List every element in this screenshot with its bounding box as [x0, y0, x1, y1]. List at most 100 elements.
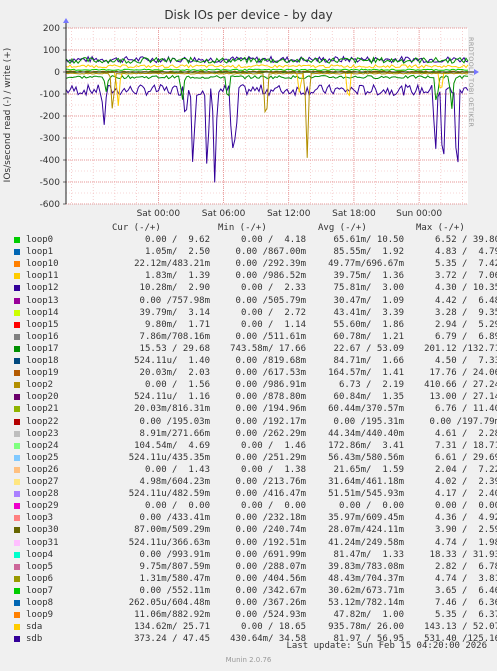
legend-name: loop23 — [26, 428, 59, 439]
legend-avg: 22.67 / 53.09 — [333, 343, 404, 354]
legend-avg: 31.64m/461.18m — [328, 477, 404, 487]
legend-avg: 21.65m/ 1.59 — [333, 464, 404, 475]
legend-swatch — [14, 249, 20, 256]
y-tick-label: 200 — [43, 24, 60, 34]
legend-max: 2.94 / 5.29 — [434, 319, 497, 330]
legend-swatch — [14, 551, 20, 558]
x-tick-label: Sat 12:00 — [267, 209, 311, 219]
legend-name: loop19 — [26, 368, 59, 379]
legend-cur: 4.98m/604.23m — [139, 477, 210, 487]
y-tick-label: -300 — [40, 134, 61, 144]
legend-min: 0.00 / 4.18 — [240, 235, 306, 245]
legend-swatch — [14, 515, 20, 522]
x-tick-labels: Sat 00:00 Sat 06:00 Sat 12:00 Sat 18:00 Sun … — [137, 209, 443, 219]
legend-swatch — [14, 285, 20, 292]
legend-cur: 524.11u/ 1.40 — [134, 356, 210, 366]
legend-min: 0.00 /232.18m — [235, 513, 306, 524]
legend-min: 0.00 /240.74m — [235, 525, 306, 536]
legend-max: 0.00 / 0.00 — [434, 501, 497, 512]
legend-max: 2.04 / 7.22 — [434, 464, 497, 475]
legend-name: loop8 — [26, 598, 54, 608]
legend-swatch — [14, 612, 20, 619]
legend-name: loop29 — [26, 501, 59, 512]
legend-swatch — [14, 491, 20, 498]
legend-min: 0.00 / 2.33 — [240, 283, 306, 294]
legend-min: 0.00 /342.67m — [235, 585, 306, 596]
legend-name: loop15 — [26, 319, 59, 330]
legend-min: 0.00 /986.91m — [235, 380, 306, 391]
legend-column-header: Avg (-/+) — [318, 223, 367, 233]
legend-min: 0.00 / 1.46 — [240, 440, 306, 451]
legend-avg: 935.78m/ 26.00 — [328, 622, 404, 633]
legend-min: 0.00 /617.53m — [235, 368, 306, 379]
legend-swatch — [14, 430, 20, 437]
legend-min: 0.00 /292.39m — [235, 259, 306, 270]
legend-name: loop4 — [26, 549, 54, 560]
legend-max: 3.28 / 9.35 — [434, 307, 497, 318]
legend-name: loop11 — [26, 271, 59, 282]
legend-max: 4.30 / 10.35 — [434, 283, 497, 294]
x-tick-label: Sat 18:00 — [332, 209, 376, 219]
legend-name: loop6 — [26, 573, 54, 584]
legend-cur: 8.91m/271.66m — [139, 428, 210, 439]
legend-avg: 49.77m/696.67m — [328, 259, 404, 270]
legend-swatch — [14, 406, 20, 413]
legend-min: 0.00 / 18.65 — [240, 622, 306, 633]
legend-swatch — [14, 273, 20, 280]
legend-swatch — [14, 297, 20, 304]
legend-swatch — [14, 309, 20, 316]
legend-cur: 87.00m/509.29m — [134, 525, 210, 536]
legend-name: loop25 — [26, 452, 59, 463]
legend-max: 4.74 / 1.98 — [434, 537, 497, 548]
legend-max: 410.66 / 27.24 — [424, 380, 497, 391]
legend-avg: 0.00 / 0.00 — [338, 501, 404, 512]
legend-avg: 44.34m/440.40m — [328, 428, 404, 439]
legend-swatch — [14, 563, 20, 570]
legend-name: loop14 — [26, 307, 59, 318]
legend-min: 0.00 /524.93m — [235, 610, 306, 621]
legend-min: 0.00 /416.47m — [235, 489, 306, 500]
legend-max: 13.00 / 27.14 — [429, 392, 497, 403]
legend-name: loop24 — [26, 440, 59, 451]
legend-name: loop28 — [26, 489, 59, 500]
legend-swatch — [14, 370, 20, 377]
legend-max: 143.13 / 52.07 — [424, 622, 497, 633]
legend-cur: 1.31m/580.47m — [139, 573, 210, 584]
legend-min: 0.00 /986.52m — [235, 271, 306, 282]
legend-avg: 30.47m/ 1.09 — [333, 295, 404, 306]
legend-avg: 85.55m/ 1.92 — [333, 247, 404, 258]
legend-name: loop12 — [26, 283, 59, 294]
legend-name: sda — [26, 622, 43, 633]
legend-avg: 60.84m/ 1.35 — [333, 392, 404, 403]
legend-avg: 60.44m/370.57m — [328, 404, 404, 415]
y-tick-label: 0 — [54, 68, 60, 78]
legend-swatch — [14, 454, 20, 461]
legend-swatch — [14, 418, 20, 425]
legend-min: 0.00 /819.68m — [235, 356, 306, 366]
legend-avg: 39.75m/ 1.36 — [333, 271, 404, 282]
y-tick-label: 100 — [43, 46, 60, 56]
legend-swatch — [14, 624, 20, 631]
legend-cur: 15.53 / 29.68 — [139, 343, 210, 354]
x-tick-label: Sat 06:00 — [202, 209, 246, 219]
legend-max: 7.46 / 6.36 — [434, 598, 497, 608]
legend-cur: 524.11u/482.59m — [128, 489, 210, 500]
x-tick-label: Sun 00:00 — [396, 209, 442, 219]
legend-max: 4.61 / 2.28 — [434, 428, 497, 439]
legend-name: loop13 — [26, 295, 59, 306]
legend-min: 0.00 / 0.00 — [240, 501, 306, 512]
legend-name: loop5 — [26, 561, 54, 572]
legend-min: 0.00 / 1.14 — [240, 319, 306, 330]
legend-avg: 65.61m/ 10.50 — [333, 235, 404, 245]
legend-swatch — [14, 261, 20, 268]
legend-name: loop1 — [26, 247, 54, 258]
legend-cur: 0.00 /195.03m — [139, 416, 210, 427]
legend-swatch — [14, 466, 20, 473]
legend-cur: 0.00 / 1.43 — [144, 464, 210, 475]
legend-min: 0.00 /511.61m — [235, 331, 306, 342]
legend-min: 0.00 /505.79m — [235, 295, 306, 306]
legend-swatch — [14, 345, 20, 352]
legend-max: 3.90 / 2.59 — [434, 525, 497, 536]
legend-swatch — [14, 587, 20, 594]
legend-avg: 60.78m/ 1.21 — [333, 331, 404, 342]
